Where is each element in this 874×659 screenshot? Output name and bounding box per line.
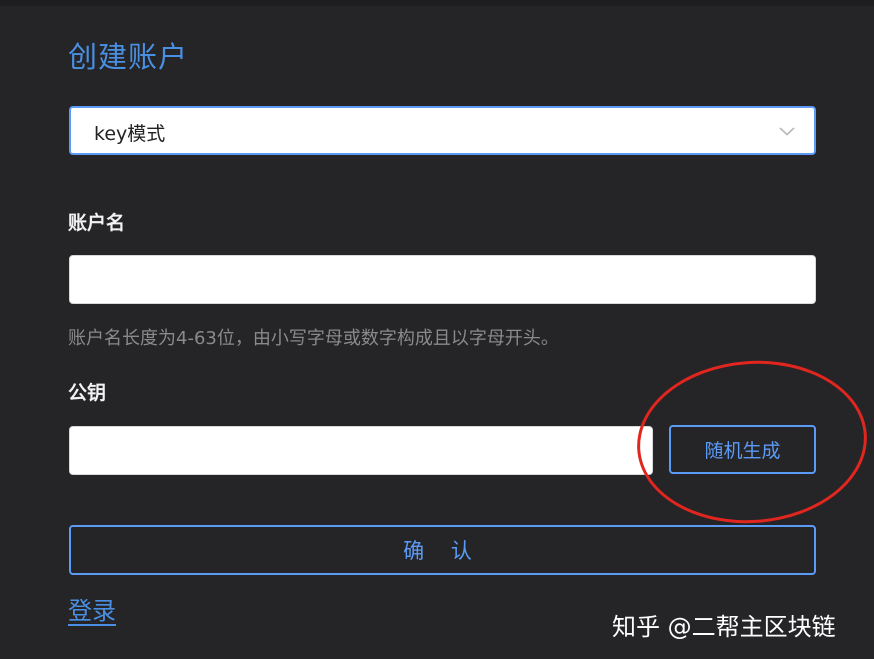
account-name-label: 账户名: [68, 212, 126, 234]
login-link[interactable]: 登录: [68, 591, 116, 626]
mode-select-value: key模式: [94, 123, 166, 145]
account-name-input[interactable]: [69, 255, 816, 304]
account-name-hint: 账户名长度为4-63位，由小写字母或数字构成且以字母开头。: [68, 328, 559, 349]
chevron-down-icon: [778, 122, 796, 141]
confirm-button[interactable]: 确 认: [69, 525, 816, 575]
public-key-input[interactable]: [69, 426, 653, 475]
mode-select[interactable]: key模式: [69, 106, 816, 155]
top-edge-strip: [0, 0, 874, 6]
public-key-label: 公钥: [68, 382, 107, 404]
page-title: 创建账户: [68, 40, 189, 74]
watermark-text: 知乎 @二帮主区块链: [612, 613, 836, 641]
red-annotation-circle: [631, 353, 873, 531]
